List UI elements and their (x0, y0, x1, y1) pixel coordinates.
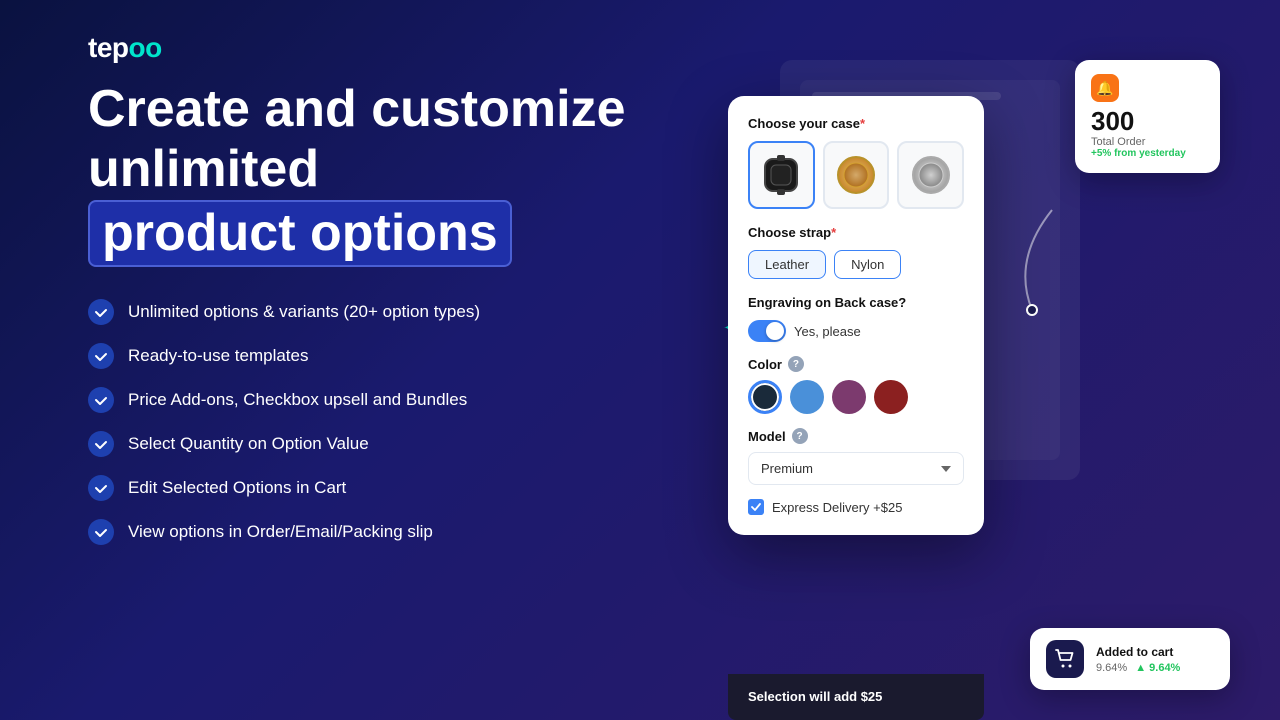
features-list: Unlimited options & variants (20+ option… (88, 299, 668, 545)
express-delivery-row[interactable]: Express Delivery +$25 (748, 499, 964, 515)
check-icon (88, 519, 114, 545)
logo-text: tep (88, 32, 129, 63)
cart-icon (1054, 648, 1076, 670)
strap-options: Leather Nylon (748, 250, 964, 279)
color-label: Color (748, 357, 782, 372)
headline: Create and customize unlimited product o… (88, 80, 668, 267)
feature-text: Select Quantity on Option Value (128, 434, 369, 454)
stats-number: 300 (1091, 108, 1204, 134)
color-section-header: Color ? (748, 356, 964, 372)
case-options (748, 141, 964, 209)
strap-leather-button[interactable]: Leather (748, 250, 826, 279)
list-item: Price Add-ons, Checkbox upsell and Bundl… (88, 387, 668, 413)
color-section: Color ? (748, 356, 964, 414)
stats-change: +5% from yesterday (1091, 148, 1204, 159)
feature-text: Edit Selected Options in Cart (128, 478, 346, 498)
check-icon (88, 475, 114, 501)
stats-label: Total Order (1091, 136, 1204, 148)
strap-nylon-button[interactable]: Nylon (834, 250, 901, 279)
color-options (748, 380, 964, 414)
case-option-black[interactable] (748, 141, 815, 209)
strap-section-label: Choose strap* (748, 225, 964, 240)
model-header: Model ? (748, 428, 964, 444)
headline-line1: Create and customize (88, 80, 668, 140)
headline-line2: unlimited product options (88, 140, 668, 268)
headline-highlight: product options (88, 200, 512, 268)
product-card: Choose your case* (728, 96, 984, 535)
cart-stats-row: 9.64% ▲ 9.64% (1096, 662, 1180, 674)
cart-notification: Added to cart 9.64% ▲ 9.64% (1030, 628, 1230, 690)
selection-footer-text: Selection will add $25 (748, 689, 882, 704)
engraving-row: Yes, please (748, 320, 964, 342)
engraving-section-label: Engraving on Back case? (748, 295, 964, 310)
cart-percent: 9.64% (1096, 662, 1127, 674)
feature-text: Price Add-ons, Checkbox upsell and Bundl… (128, 390, 467, 410)
help-icon[interactable]: ? (788, 356, 804, 372)
check-icon (88, 387, 114, 413)
list-item: Unlimited options & variants (20+ option… (88, 299, 668, 325)
cart-title: Added to cart (1096, 645, 1180, 659)
stats-card-header: 🔔 (1091, 74, 1204, 102)
feature-text: Ready-to-use templates (128, 346, 308, 366)
cart-text: Added to cart 9.64% ▲ 9.64% (1096, 645, 1180, 674)
stats-icon: 🔔 (1091, 74, 1119, 102)
color-purple[interactable] (832, 380, 866, 414)
feature-text: View options in Order/Email/Packing slip (128, 522, 433, 542)
list-item: Ready-to-use templates (88, 343, 668, 369)
curve-connector (1002, 200, 1062, 320)
list-item: Select Quantity on Option Value (88, 431, 668, 457)
list-item: View options in Order/Email/Packing slip (88, 519, 668, 545)
check-icon (88, 299, 114, 325)
express-delivery-label: Express Delivery +$25 (772, 500, 902, 515)
model-section: Model ? Standard Premium Pro (748, 428, 964, 485)
feature-text: Unlimited options & variants (20+ option… (128, 302, 480, 322)
case-option-silver[interactable] (897, 141, 964, 209)
cart-icon-wrap (1046, 640, 1084, 678)
headline-unlimited: unlimited (88, 140, 319, 198)
check-icon (88, 343, 114, 369)
model-dropdown[interactable]: Standard Premium Pro (748, 452, 964, 485)
required-asterisk: * (860, 116, 865, 131)
check-icon (88, 431, 114, 457)
logo-cyan: oo (129, 32, 162, 63)
case-section-label: Choose your case* (748, 116, 964, 131)
list-item: Edit Selected Options in Cart (88, 475, 668, 501)
color-blue[interactable] (790, 380, 824, 414)
color-dark[interactable] (748, 380, 782, 414)
cart-change: ▲ 9.64% (1135, 662, 1180, 674)
logo: tepoo (88, 32, 162, 64)
engraving-toggle-label: Yes, please (794, 324, 861, 339)
left-content: Create and customize unlimited product o… (88, 80, 668, 545)
color-red[interactable] (874, 380, 908, 414)
model-label: Model (748, 429, 786, 444)
express-checkbox[interactable] (748, 499, 764, 515)
model-help-icon[interactable]: ? (792, 428, 808, 444)
engraving-toggle[interactable] (748, 320, 786, 342)
case-option-gold[interactable] (823, 141, 890, 209)
required-asterisk: * (831, 225, 836, 240)
stats-card: 🔔 300 Total Order +5% from yesterday (1075, 60, 1220, 173)
selection-footer: Selection will add $25 (728, 674, 984, 720)
